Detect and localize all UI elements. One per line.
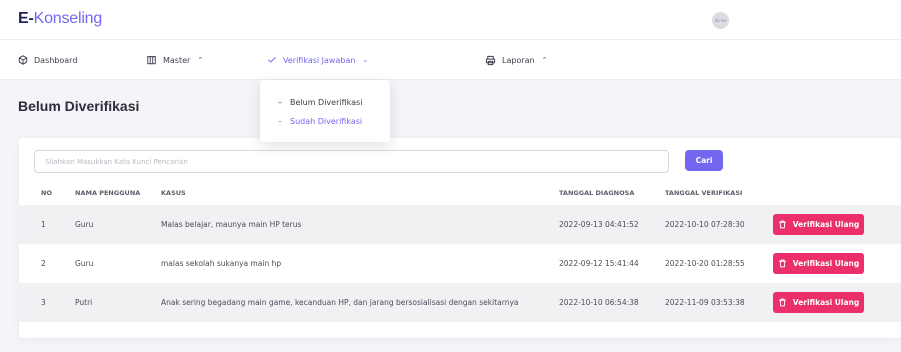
verifikasi-dropdown: – Belum Diverifikasi – Sudah Diverifikas… xyxy=(260,80,390,142)
package-icon xyxy=(18,55,28,65)
cell-tanggal-verifikasi: 2022-10-20 01:28:55 xyxy=(665,259,745,268)
table-row: 2 Guru malas sekolah sukanya main hp 202… xyxy=(19,244,901,283)
logo-prefix: E- xyxy=(18,10,34,27)
trash-icon xyxy=(778,220,786,229)
cell-no: 3 xyxy=(41,298,46,307)
cell-kasus: malas sekolah sukanya main hp xyxy=(161,259,282,268)
dropdown-item-sudah-diverifikasi[interactable]: – Sudah Diverifikasi xyxy=(278,115,362,127)
column-header-nama-pengguna: NAMA PENGGUNA xyxy=(75,189,141,197)
cell-user: Putri xyxy=(75,298,93,307)
cell-no: 1 xyxy=(41,220,46,229)
menu-item-verifikasi-jawaban[interactable]: Verifikasi Jawaban ⌄ xyxy=(267,54,368,66)
results-card: Cari NO NAMA PENGGUNA KASUS TANGGAL DIAG… xyxy=(19,138,901,338)
cell-user: Guru xyxy=(75,259,94,268)
trash-icon xyxy=(778,298,786,307)
cell-tanggal-diagnosa: 2022-09-12 15:41:44 xyxy=(559,259,639,268)
page-title: Belum Diverifikasi xyxy=(18,98,140,114)
search-input[interactable] xyxy=(34,150,669,173)
column-header-tanggal-diagnosa: TANGGAL DIAGNOSA xyxy=(559,189,635,197)
button-label: Verifikasi Ulang xyxy=(792,298,860,307)
menu-item-label: Verifikasi Jawaban xyxy=(283,55,356,65)
cell-tanggal-verifikasi: 2022-10-10 07:28:30 xyxy=(665,220,745,229)
verifikasi-ulang-button[interactable]: Verifikasi Ulang xyxy=(773,292,864,313)
table-header: NO NAMA PENGGUNA KASUS TANGGAL DIAGNOSA … xyxy=(19,182,901,204)
menu-item-master[interactable]: Master ⌃ xyxy=(146,54,203,66)
menu-item-label: Laporan xyxy=(502,55,535,65)
column-header-kasus: KASUS xyxy=(161,189,186,197)
dash-icon: – xyxy=(278,116,282,126)
app-logo[interactable]: E-Konseling xyxy=(18,10,102,28)
button-label: Verifikasi Ulang xyxy=(792,220,860,229)
menu-item-laporan[interactable]: Laporan ⌃ xyxy=(485,54,547,66)
verifikasi-ulang-button[interactable]: Verifikasi Ulang xyxy=(773,253,864,274)
cell-tanggal-verifikasi: 2022-11-09 03:53:38 xyxy=(665,298,745,307)
menu-item-label: Dashboard xyxy=(34,55,78,65)
avatar[interactable]: Ko-ka xyxy=(712,12,729,29)
dropdown-item-belum-diverifikasi[interactable]: – Belum Diverifikasi xyxy=(278,96,362,108)
chevron-up-icon: ⌃ xyxy=(197,56,204,64)
main-menu: Dashboard Master ⌃ Verifikasi Jawaban ⌄ … xyxy=(0,40,901,80)
check-icon xyxy=(268,57,276,63)
trash-icon xyxy=(778,259,786,268)
top-navbar: E-Konseling Ko-ka xyxy=(0,0,901,40)
column-header-no: NO xyxy=(41,189,52,197)
chevron-up-icon: ⌃ xyxy=(541,56,548,64)
cell-kasus: Malas belajar, maunya main HP terus xyxy=(161,220,302,229)
logo-name: Konseling xyxy=(33,10,103,27)
cell-tanggal-diagnosa: 2022-10-10 06:54:38 xyxy=(559,298,639,307)
column-header-tanggal-verifikasi: TANGGAL VERIFIKASI xyxy=(665,189,743,197)
avatar-initials: Ko-ka xyxy=(714,18,727,23)
verifikasi-ulang-button[interactable]: Verifikasi Ulang xyxy=(773,214,864,235)
table-row: 1 Guru Malas belajar, maunya main HP ter… xyxy=(19,205,901,244)
search-button[interactable]: Cari xyxy=(685,150,723,171)
cell-no: 2 xyxy=(41,259,46,268)
dash-icon: – xyxy=(278,97,282,107)
dropdown-item-label: Belum Diverifikasi xyxy=(290,97,363,107)
menu-item-label: Master xyxy=(163,55,191,65)
cell-kasus: Anak sering begadang main game, kecandua… xyxy=(161,298,519,307)
dropdown-item-label: Sudah Diverifikasi xyxy=(290,116,363,126)
table-row: 3 Putri Anak sering begadang main game, … xyxy=(19,283,901,322)
printer-icon xyxy=(485,55,496,65)
menu-item-dashboard[interactable]: Dashboard xyxy=(18,54,77,66)
columns-icon xyxy=(147,56,156,65)
button-label: Verifikasi Ulang xyxy=(792,259,860,268)
cell-tanggal-diagnosa: 2022-09-13 04:41:52 xyxy=(559,220,639,229)
cell-user: Guru xyxy=(75,220,94,229)
chevron-down-icon: ⌄ xyxy=(362,56,369,64)
